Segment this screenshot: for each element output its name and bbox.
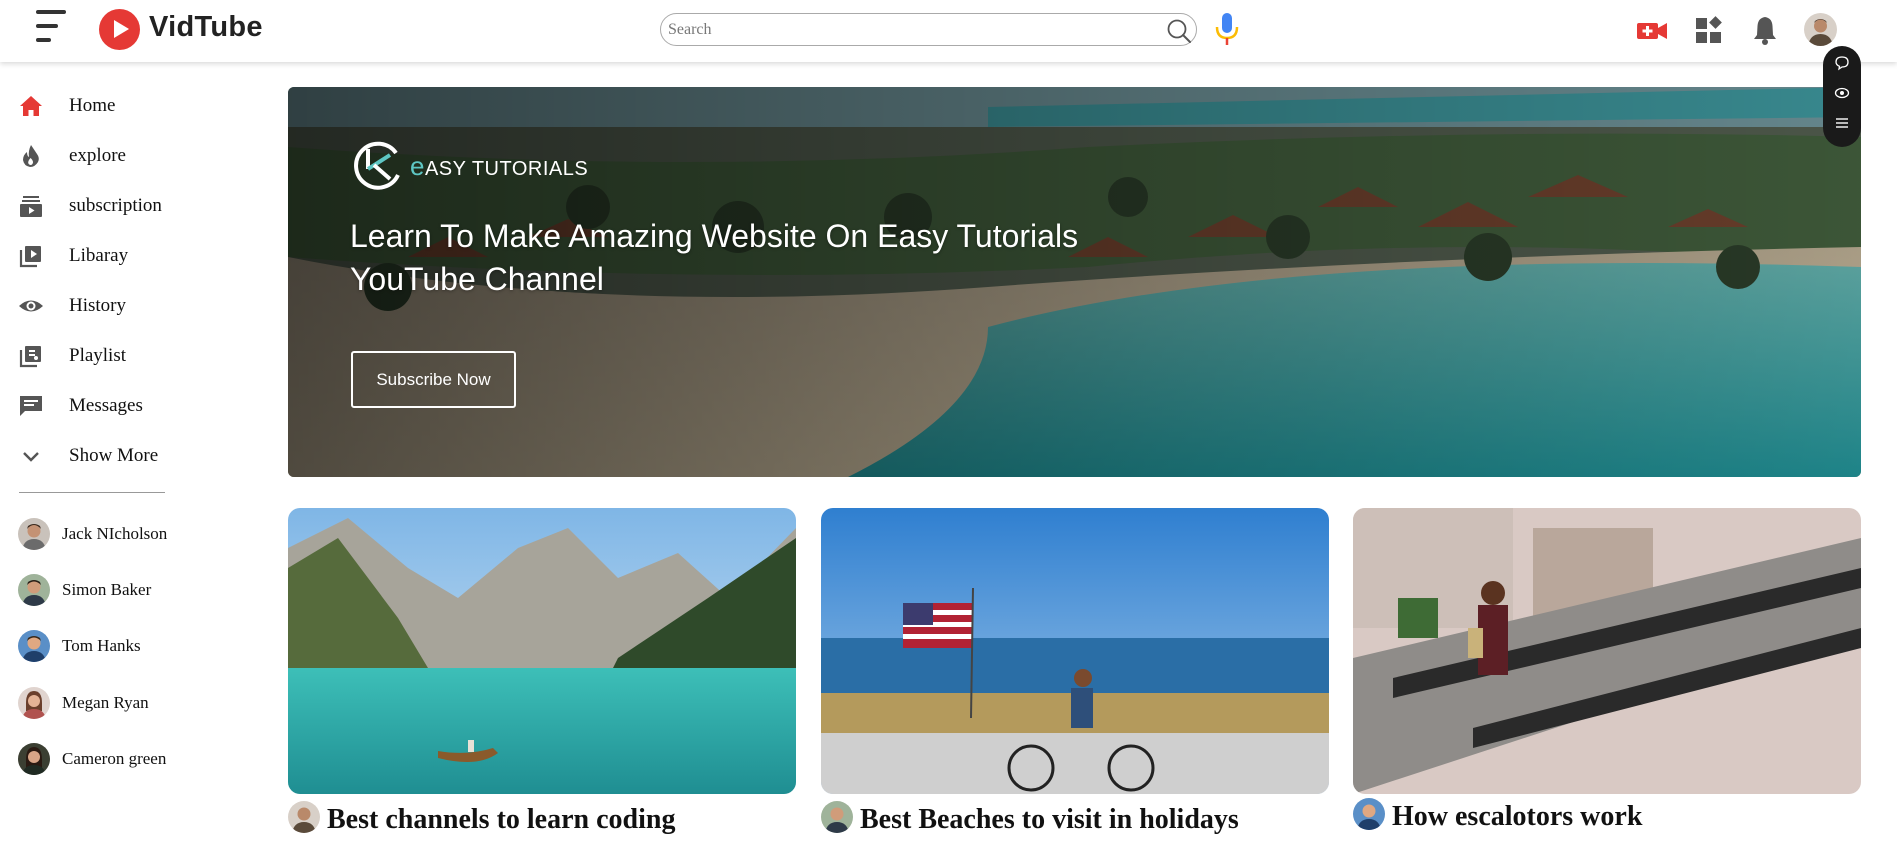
channel-name: Jack NIcholson (62, 524, 168, 543)
top-bar: VidTube (0, 0, 1897, 62)
eye-icon (19, 300, 43, 312)
search-input[interactable] (668, 16, 1148, 43)
channel-avatar[interactable] (821, 801, 853, 833)
channel-name: Cameron green (62, 749, 167, 768)
floating-toolbar (1823, 46, 1861, 147)
easy-tutorials-brand: eASY TUTORIALS (350, 139, 588, 193)
sidebar-item-show-more[interactable]: Show More (18, 438, 238, 474)
app-logo-text[interactable]: VidTube (149, 11, 263, 44)
logo-play-icon[interactable] (99, 9, 140, 50)
message-icon (20, 396, 42, 416)
sidebar-item-subscription[interactable]: subscription (18, 188, 238, 224)
chevron-down-icon (23, 452, 39, 462)
channel-name: Tom Hanks (62, 636, 141, 655)
apps-icon[interactable] (1693, 14, 1725, 46)
upload-video-icon[interactable] (1636, 14, 1668, 46)
subscription-channel-megan-ryan[interactable]: Megan Ryan (18, 685, 248, 721)
search-bar (660, 13, 1197, 46)
channel-avatar (18, 630, 50, 662)
channel-avatar[interactable] (288, 801, 320, 833)
library-icon (19, 246, 41, 268)
hero-banner: eASY TUTORIALS Learn To Make Amazing Web… (288, 87, 1861, 477)
brand-text-e: e (410, 150, 425, 181)
easy-tutorials-logo-icon (354, 141, 400, 190)
sidebar-item-label: Libaray (69, 245, 129, 266)
banner-title: Learn To Make Amazing Website On Easy Tu… (350, 218, 1079, 297)
sidebar-item-home[interactable]: Home (18, 88, 238, 124)
search-icon[interactable] (1166, 18, 1192, 44)
video-title[interactable]: How escalotors work (1392, 801, 1642, 833)
sidebar-item-label: explore (69, 145, 126, 166)
video-card[interactable]: Best channels to learn coding (288, 508, 796, 846)
sidebar-item-label: Messages (69, 395, 143, 416)
sidebar-item-label: subscription (69, 195, 162, 216)
subscribe-now-button[interactable]: Subscribe Now (351, 351, 516, 408)
sidebar-item-explore[interactable]: explore (18, 138, 238, 174)
sidebar-item-label: Playlist (69, 345, 127, 366)
channel-name: Megan Ryan (62, 693, 149, 712)
channel-avatar (18, 574, 50, 606)
video-thumbnail[interactable] (1353, 508, 1861, 794)
home-icon (20, 96, 42, 116)
sidebar-item-history[interactable]: History (18, 288, 238, 324)
sidebar-item-label: History (69, 295, 126, 316)
list-menu-icon[interactable] (1834, 115, 1850, 131)
sidebar: Home explore subscription Libaray Histor… (0, 62, 260, 846)
sidebar-item-library[interactable]: Libaray (18, 238, 238, 274)
sidebar-item-messages[interactable]: Messages (18, 388, 238, 424)
channel-avatar (18, 518, 50, 550)
user-avatar[interactable] (1804, 13, 1837, 46)
subscription-channel-cameron-green[interactable]: Cameron green (18, 741, 248, 777)
channel-name: Simon Baker (62, 580, 152, 599)
chat-bubble-icon[interactable] (1834, 55, 1850, 71)
video-thumbnail[interactable] (821, 508, 1329, 794)
video-card[interactable]: How escalotors work (1353, 508, 1861, 846)
sidebar-item-label: Show More (69, 445, 159, 466)
subscriptions-icon (20, 196, 42, 217)
subscription-channel-jack-nicholson[interactable]: Jack NIcholson (18, 516, 248, 552)
notification-bell-icon[interactable] (1749, 14, 1781, 46)
hamburger-menu-icon[interactable] (36, 8, 70, 44)
flame-icon (23, 145, 39, 167)
channel-avatar[interactable] (1353, 798, 1385, 830)
channel-avatar (18, 687, 50, 719)
sidebar-item-label: Home (69, 95, 116, 116)
video-thumbnail[interactable] (288, 508, 796, 794)
video-title[interactable]: Best channels to learn coding (327, 804, 675, 836)
brand-text-rest: ASY TUTORIALS (424, 157, 589, 180)
subscription-channel-tom-hanks[interactable]: Tom Hanks (18, 628, 248, 664)
sidebar-divider (19, 492, 165, 493)
channel-avatar (18, 743, 50, 775)
playlist-icon (19, 346, 41, 368)
subscription-channel-simon-baker[interactable]: Simon Baker (18, 572, 248, 608)
microphone-icon[interactable] (1214, 12, 1240, 46)
eye-toggle-icon[interactable] (1834, 85, 1850, 101)
sidebar-item-playlist[interactable]: Playlist (18, 338, 238, 374)
video-title[interactable]: Best Beaches to visit in holidays (860, 804, 1239, 836)
video-card[interactable]: Best Beaches to visit in holidays (821, 508, 1329, 846)
